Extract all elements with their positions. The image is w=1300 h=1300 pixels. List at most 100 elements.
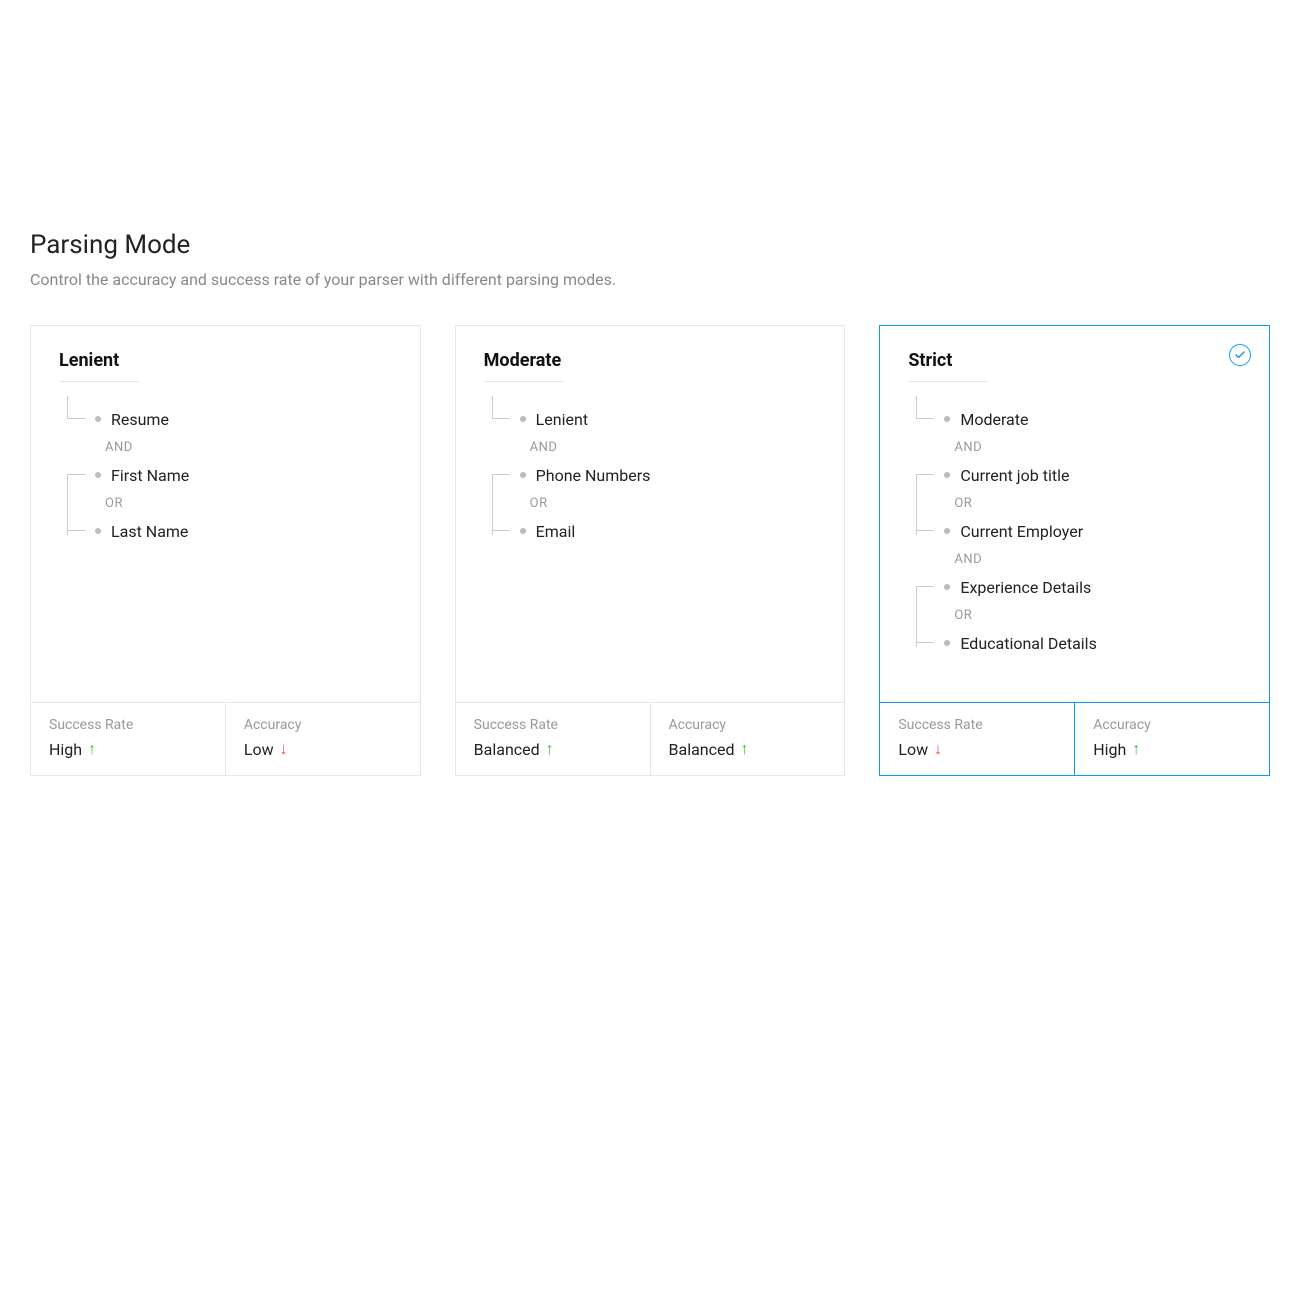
success-rate-text: High xyxy=(49,740,82,759)
tree-node: Last Name xyxy=(59,516,392,546)
tree-operator: AND xyxy=(59,434,392,460)
card-footer: Success Rate Balanced ↑ Accuracy Balanced ↑ xyxy=(456,702,845,775)
arrow-up-icon: ↑ xyxy=(741,739,749,759)
tree-label: Lenient xyxy=(536,410,588,429)
arrow-down-icon: ↓ xyxy=(280,739,288,759)
tree-node: Current Employer xyxy=(908,516,1241,546)
tree-node: First Name xyxy=(59,460,392,490)
tree-label: Current Employer xyxy=(960,522,1083,541)
tree-connector-icon xyxy=(908,404,944,434)
accuracy-value: Low ↓ xyxy=(244,739,402,759)
tree-dot-icon xyxy=(95,472,101,478)
card-body: Lenient Resume AND First Name OR Last Name xyxy=(31,326,420,702)
selected-check-icon xyxy=(1229,344,1251,366)
success-rate-label: Success Rate xyxy=(474,717,632,733)
page-title: Parsing Mode xyxy=(30,230,1270,260)
card-title: Strict xyxy=(908,350,988,382)
rule-tree: Resume AND First Name OR Last Name xyxy=(59,404,392,546)
tree-node: Resume xyxy=(59,404,392,434)
success-rate-label: Success Rate xyxy=(49,717,207,733)
tree-dot-icon xyxy=(520,472,526,478)
tree-connector-icon xyxy=(908,628,944,658)
tree-label: Moderate xyxy=(960,410,1028,429)
accuracy-label: Accuracy xyxy=(669,717,827,733)
tree-connector-icon xyxy=(59,404,95,434)
tree-node: Current job title xyxy=(908,460,1241,490)
page-subtitle: Control the accuracy and success rate of… xyxy=(30,270,1270,289)
tree-connector-icon xyxy=(908,516,944,546)
tree-node: Lenient xyxy=(484,404,817,434)
tree-operator: AND xyxy=(908,546,1241,572)
success-rate-cell: Success Rate Low ↓ xyxy=(880,703,1074,775)
tree-dot-icon xyxy=(944,416,950,422)
card-footer: Success Rate High ↑ Accuracy Low ↓ xyxy=(31,702,420,775)
tree-dot-icon xyxy=(944,472,950,478)
card-footer: Success Rate Low ↓ Accuracy High ↑ xyxy=(880,702,1269,775)
success-rate-text: Balanced xyxy=(474,740,540,759)
tree-operator: OR xyxy=(908,490,1241,516)
tree-dot-icon xyxy=(95,416,101,422)
accuracy-label: Accuracy xyxy=(1093,717,1251,733)
card-body: Moderate Lenient AND Phone Numbers OR Email xyxy=(456,326,845,702)
accuracy-text: Low xyxy=(244,740,274,759)
accuracy-value: Balanced ↑ xyxy=(669,739,827,759)
tree-operator: AND xyxy=(484,434,817,460)
card-title: Lenient xyxy=(59,350,139,382)
accuracy-text: High xyxy=(1093,740,1126,759)
card-title: Moderate xyxy=(484,350,564,382)
tree-label: Educational Details xyxy=(960,634,1096,653)
success-rate-text: Low xyxy=(898,740,928,759)
arrow-up-icon: ↑ xyxy=(546,739,554,759)
tree-label: Phone Numbers xyxy=(536,466,651,485)
tree-connector-icon xyxy=(484,460,520,490)
rule-tree: Lenient AND Phone Numbers OR Email xyxy=(484,404,817,546)
tree-connector-icon xyxy=(59,460,95,490)
accuracy-text: Balanced xyxy=(669,740,735,759)
tree-connector-icon xyxy=(908,460,944,490)
accuracy-cell: Accuracy High ↑ xyxy=(1074,703,1269,775)
success-rate-value: Balanced ↑ xyxy=(474,739,632,759)
tree-label: First Name xyxy=(111,466,189,485)
tree-dot-icon xyxy=(944,584,950,590)
parsing-mode-card-lenient[interactable]: Lenient Resume AND First Name OR Last Name Suc… xyxy=(30,325,421,776)
parsing-mode-card-moderate[interactable]: Moderate Lenient AND Phone Numbers OR Email Su… xyxy=(455,325,846,776)
tree-node: Email xyxy=(484,516,817,546)
tree-label: Resume xyxy=(111,410,169,429)
arrow-down-icon: ↓ xyxy=(934,739,942,759)
tree-connector-icon xyxy=(484,516,520,546)
card-body: Strict Moderate AND Current job title OR Curr… xyxy=(880,326,1269,702)
tree-dot-icon xyxy=(520,528,526,534)
success-rate-label: Success Rate xyxy=(898,717,1056,733)
success-rate-cell: Success Rate High ↑ xyxy=(31,703,225,775)
accuracy-value: High ↑ xyxy=(1093,739,1251,759)
tree-label: Experience Details xyxy=(960,578,1091,597)
tree-operator: OR xyxy=(59,490,392,516)
tree-dot-icon xyxy=(95,528,101,534)
tree-node: Moderate xyxy=(908,404,1241,434)
success-rate-value: High ↑ xyxy=(49,739,207,759)
arrow-up-icon: ↑ xyxy=(88,739,96,759)
tree-operator: OR xyxy=(484,490,817,516)
tree-connector-icon xyxy=(484,404,520,434)
parsing-mode-cards: Lenient Resume AND First Name OR Last Name Suc… xyxy=(30,325,1270,776)
rule-tree: Moderate AND Current job title OR Current Em… xyxy=(908,404,1241,658)
tree-connector-icon xyxy=(908,572,944,602)
tree-label: Current job title xyxy=(960,466,1069,485)
tree-dot-icon xyxy=(520,416,526,422)
tree-node: Phone Numbers xyxy=(484,460,817,490)
success-rate-value: Low ↓ xyxy=(898,739,1056,759)
accuracy-label: Accuracy xyxy=(244,717,402,733)
parsing-mode-card-strict[interactable]: Strict Moderate AND Current job title OR Curr… xyxy=(879,325,1270,776)
tree-operator: OR xyxy=(908,602,1241,628)
tree-connector-icon xyxy=(59,516,95,546)
accuracy-cell: Accuracy Low ↓ xyxy=(225,703,420,775)
tree-node: Experience Details xyxy=(908,572,1241,602)
tree-dot-icon xyxy=(944,528,950,534)
tree-label: Last Name xyxy=(111,522,188,541)
accuracy-cell: Accuracy Balanced ↑ xyxy=(650,703,845,775)
tree-node: Educational Details xyxy=(908,628,1241,658)
tree-dot-icon xyxy=(944,640,950,646)
tree-label: Email xyxy=(536,522,576,541)
arrow-up-icon: ↑ xyxy=(1132,739,1140,759)
success-rate-cell: Success Rate Balanced ↑ xyxy=(456,703,650,775)
